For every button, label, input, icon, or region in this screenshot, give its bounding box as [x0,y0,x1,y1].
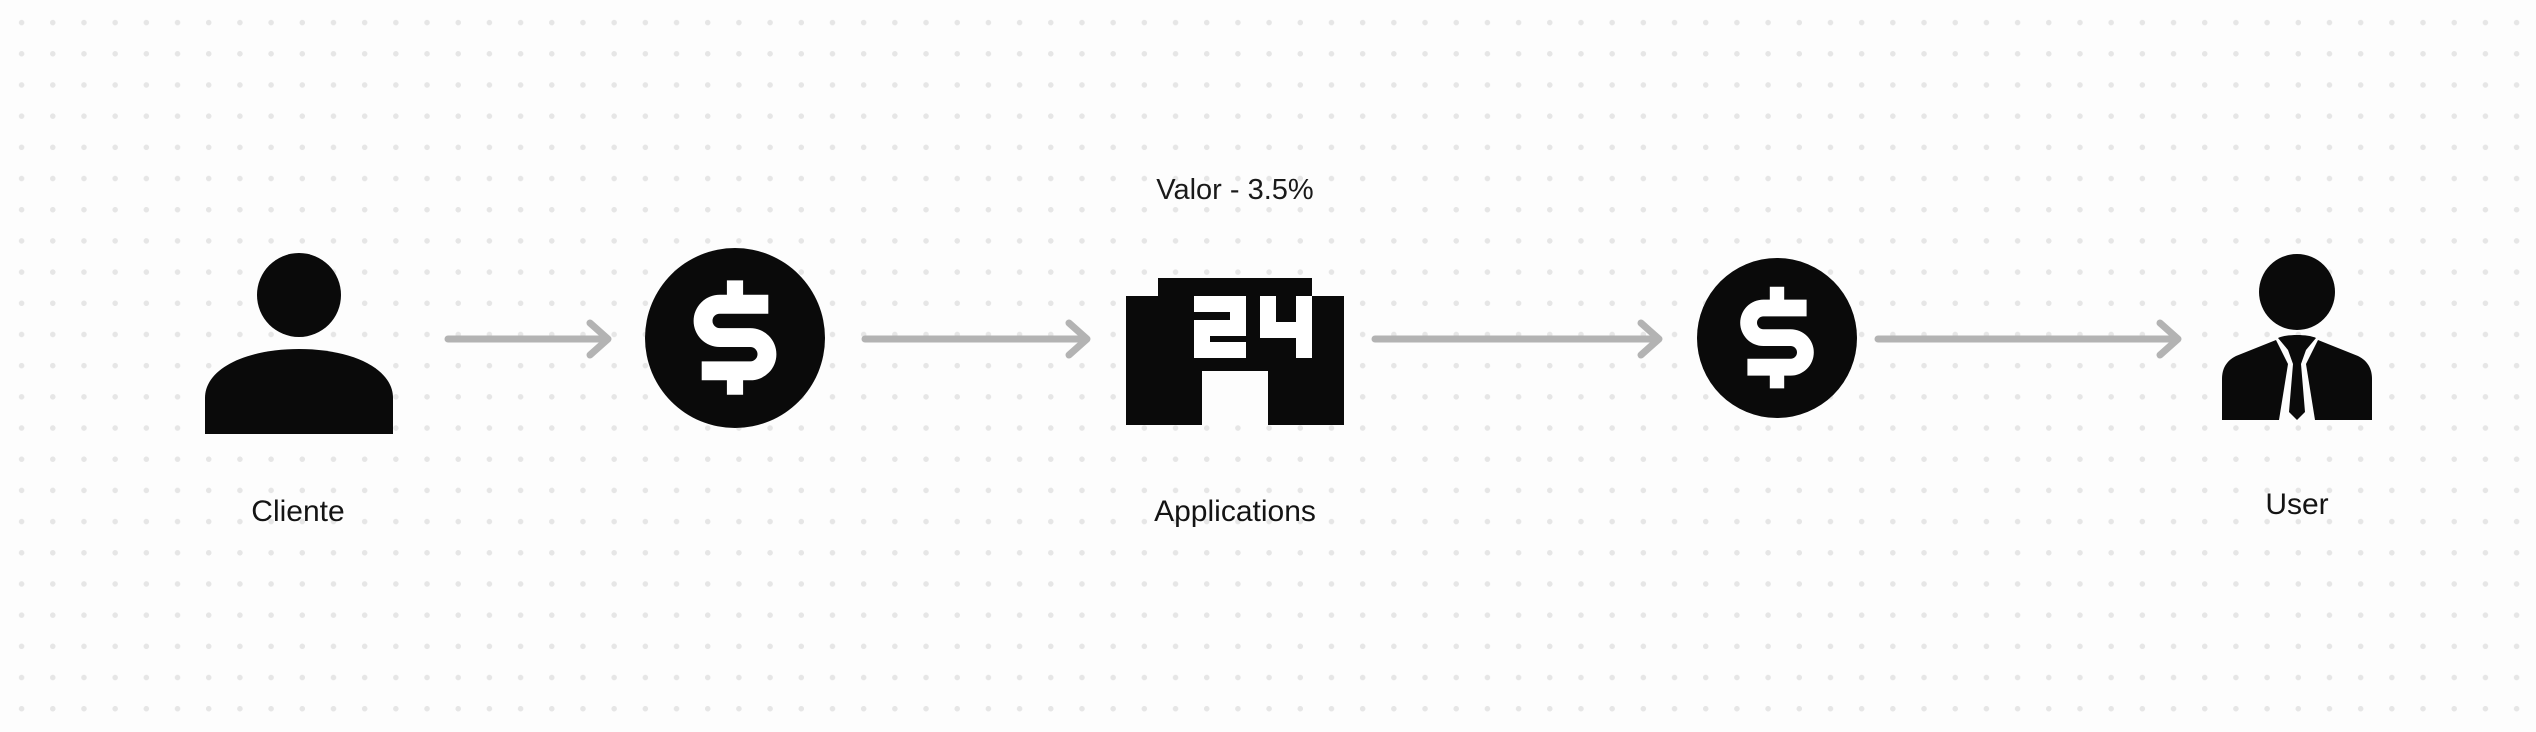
node-user-label: User [2265,488,2329,521]
businessman-icon [2222,254,2372,420]
node-money-out[interactable] [1697,258,1857,418]
arrow-money-out-to-user [1874,318,2190,360]
diagram-canvas: Valor - 3.5% Cliente Applications User [0,0,2536,732]
building-door [1202,371,1268,425]
arrow-money-in-to-applications [861,318,1099,360]
arrow-cliente-to-money-in [444,318,620,360]
dollar-circle-icon [1697,258,1857,418]
node-cliente-label: Cliente [251,495,345,528]
node-applications[interactable] [1126,250,1344,425]
building-digit-2 [1194,296,1246,358]
node-cliente[interactable] [205,252,393,434]
node-money-in[interactable] [645,248,825,428]
valor-annotation-label: Valor - 3.5% [1156,174,1314,206]
arrow-applications-to-money-out [1371,318,1671,360]
node-applications-label: Applications [1154,495,1316,528]
node-user[interactable] [2222,252,2372,420]
bank-24-building-icon [1126,278,1344,425]
person-icon [205,253,393,434]
dollar-circle-icon [645,248,825,428]
